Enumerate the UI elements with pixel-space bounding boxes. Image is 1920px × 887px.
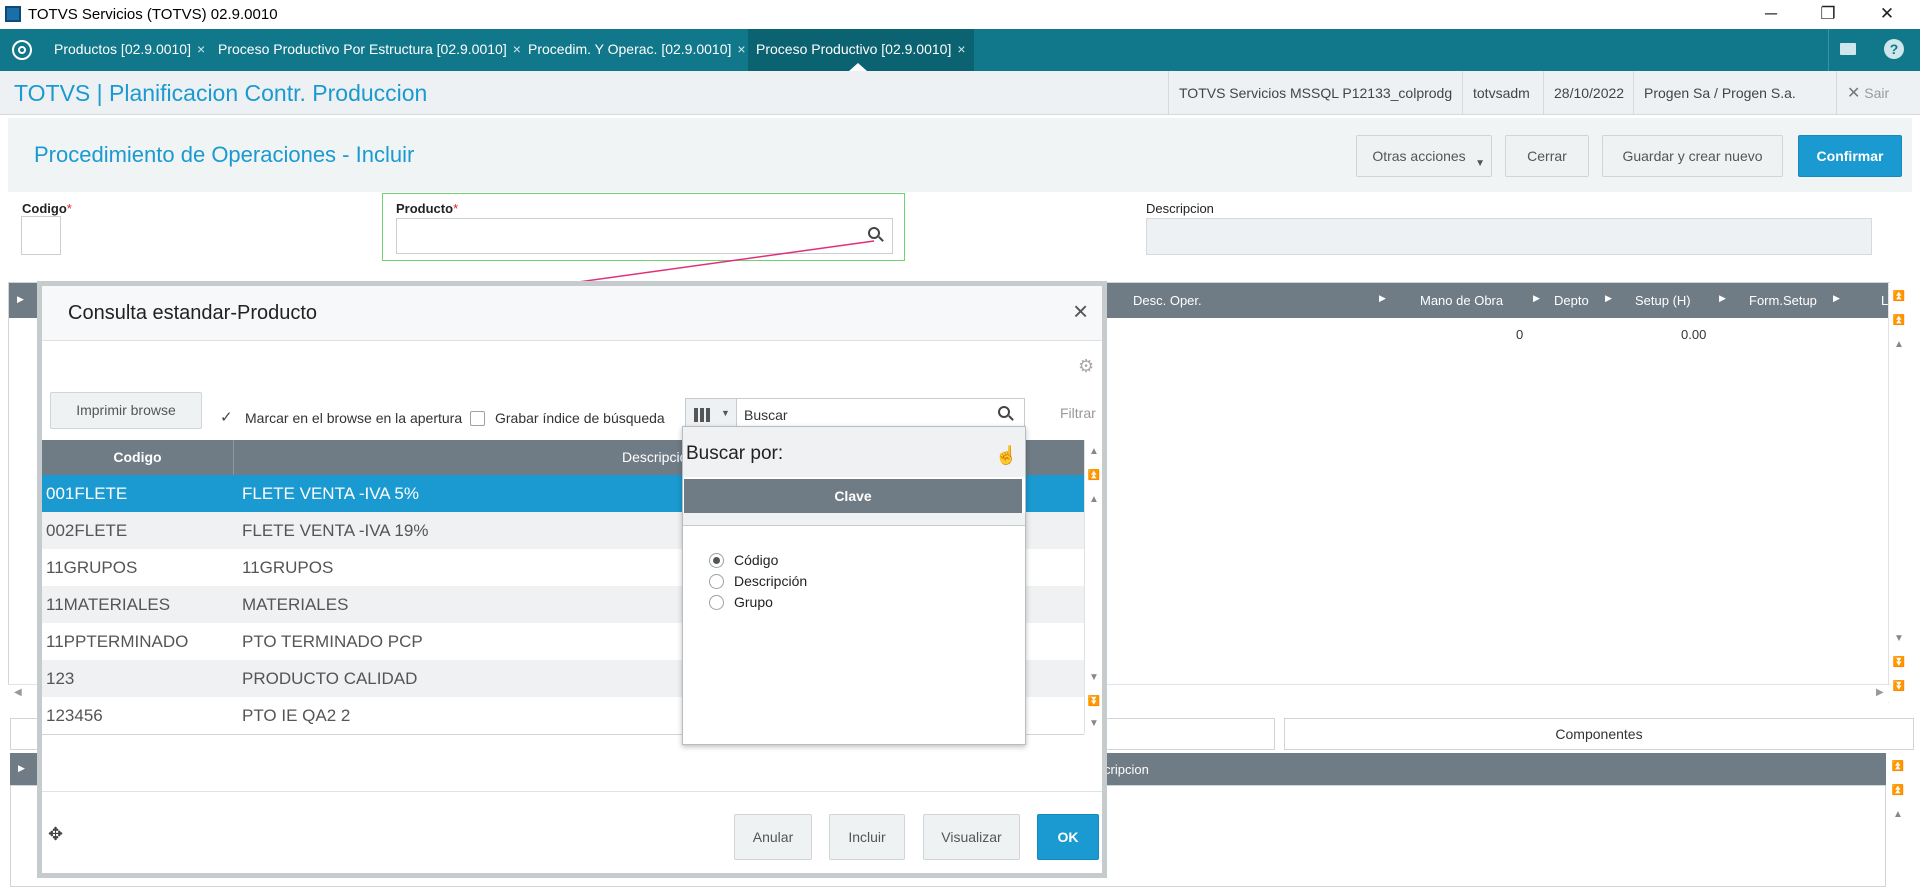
col-codigo[interactable]: Codigo xyxy=(42,440,234,475)
row-code: 001FLETE xyxy=(46,484,128,503)
dialog-header: Consulta estandar-Producto × xyxy=(42,286,1102,341)
include-button[interactable]: Incluir xyxy=(829,814,905,860)
row-desc: MATERIALES xyxy=(242,595,349,614)
scroll-up-icon: ▲ xyxy=(1089,494,1099,505)
caret-down-icon: ▼ xyxy=(721,408,730,418)
search-icon[interactable] xyxy=(998,406,1014,421)
row-code: 11MATERIALES xyxy=(46,595,171,614)
col-descripcion[interactable]: Descripcio xyxy=(622,449,687,465)
hand-cursor-icon: ☝ xyxy=(995,445,1018,465)
scroll-pagedown-icon: ⏬ xyxy=(1087,696,1101,707)
row-desc: FLETE VENTA -IVA 19% xyxy=(242,521,429,540)
print-browse-button[interactable]: Imprimir browse xyxy=(50,392,202,429)
mark-browse-label: Marcar en el browse en la apertura xyxy=(245,410,463,426)
option-grupo-label: Grupo xyxy=(734,594,773,610)
search-by-dropdown: Buscar por: ☝ Clave Código Descripción G… xyxy=(682,426,1026,745)
radio-descripcion[interactable] xyxy=(709,574,724,589)
row-desc: PTO IE QA2 2 xyxy=(242,706,351,725)
dialog-title: Consulta estandar-Producto xyxy=(68,302,318,324)
row-code: 11GRUPOS xyxy=(46,558,138,577)
row-code: 11PPTERMINADO xyxy=(46,632,189,651)
scroll-down-icon: ▼ xyxy=(1089,672,1099,683)
settings-gear-icon[interactable]: ⚙ xyxy=(1078,356,1094,377)
move-icon[interactable]: ✥ xyxy=(48,824,63,845)
option-descripcion-label: Descripción xyxy=(734,573,808,589)
dropdown-header: Buscar por: ☝ xyxy=(683,427,1025,477)
save-index-checkbox[interactable] xyxy=(470,411,485,426)
save-index-label: Grabar índice de búsqueda xyxy=(495,410,665,426)
row-code: 123 xyxy=(46,669,75,688)
radio-grupo[interactable] xyxy=(709,595,724,610)
row-code: 002FLETE xyxy=(46,521,128,540)
scroll-top-icon: ▲ xyxy=(1089,446,1099,457)
scroll-bottom-icon: ▼ xyxy=(1089,718,1099,729)
ok-button[interactable]: OK xyxy=(1037,814,1099,860)
radio-codigo[interactable] xyxy=(709,553,724,568)
scroll-pageup-icon: ⏫ xyxy=(1087,470,1101,481)
dialog-close-icon[interactable]: × xyxy=(1073,296,1088,327)
option-codigo-label: Código xyxy=(734,552,779,568)
section-clave[interactable]: Clave xyxy=(684,479,1022,513)
mark-browse-checkbox[interactable]: ✓ xyxy=(220,410,235,425)
row-code: 123456 xyxy=(46,706,103,725)
lookup-scrollbar[interactable]: ▲ ⏫ ▲ ▼ ⏬ ▼ xyxy=(1084,440,1102,734)
search-input[interactable]: Buscar xyxy=(744,407,788,423)
dropdown-title: Buscar por: xyxy=(686,443,784,464)
filter-link[interactable]: Filtrar xyxy=(1060,405,1096,421)
row-desc: FLETE VENTA -IVA 5% xyxy=(242,484,419,503)
cancel-button[interactable]: Anular xyxy=(734,814,812,860)
view-button[interactable]: Visualizar xyxy=(923,814,1020,860)
row-desc: PRODUCTO CALIDAD xyxy=(242,669,418,688)
row-desc: PTO TERMINADO PCP xyxy=(242,632,423,651)
row-desc: 11GRUPOS xyxy=(242,558,334,577)
